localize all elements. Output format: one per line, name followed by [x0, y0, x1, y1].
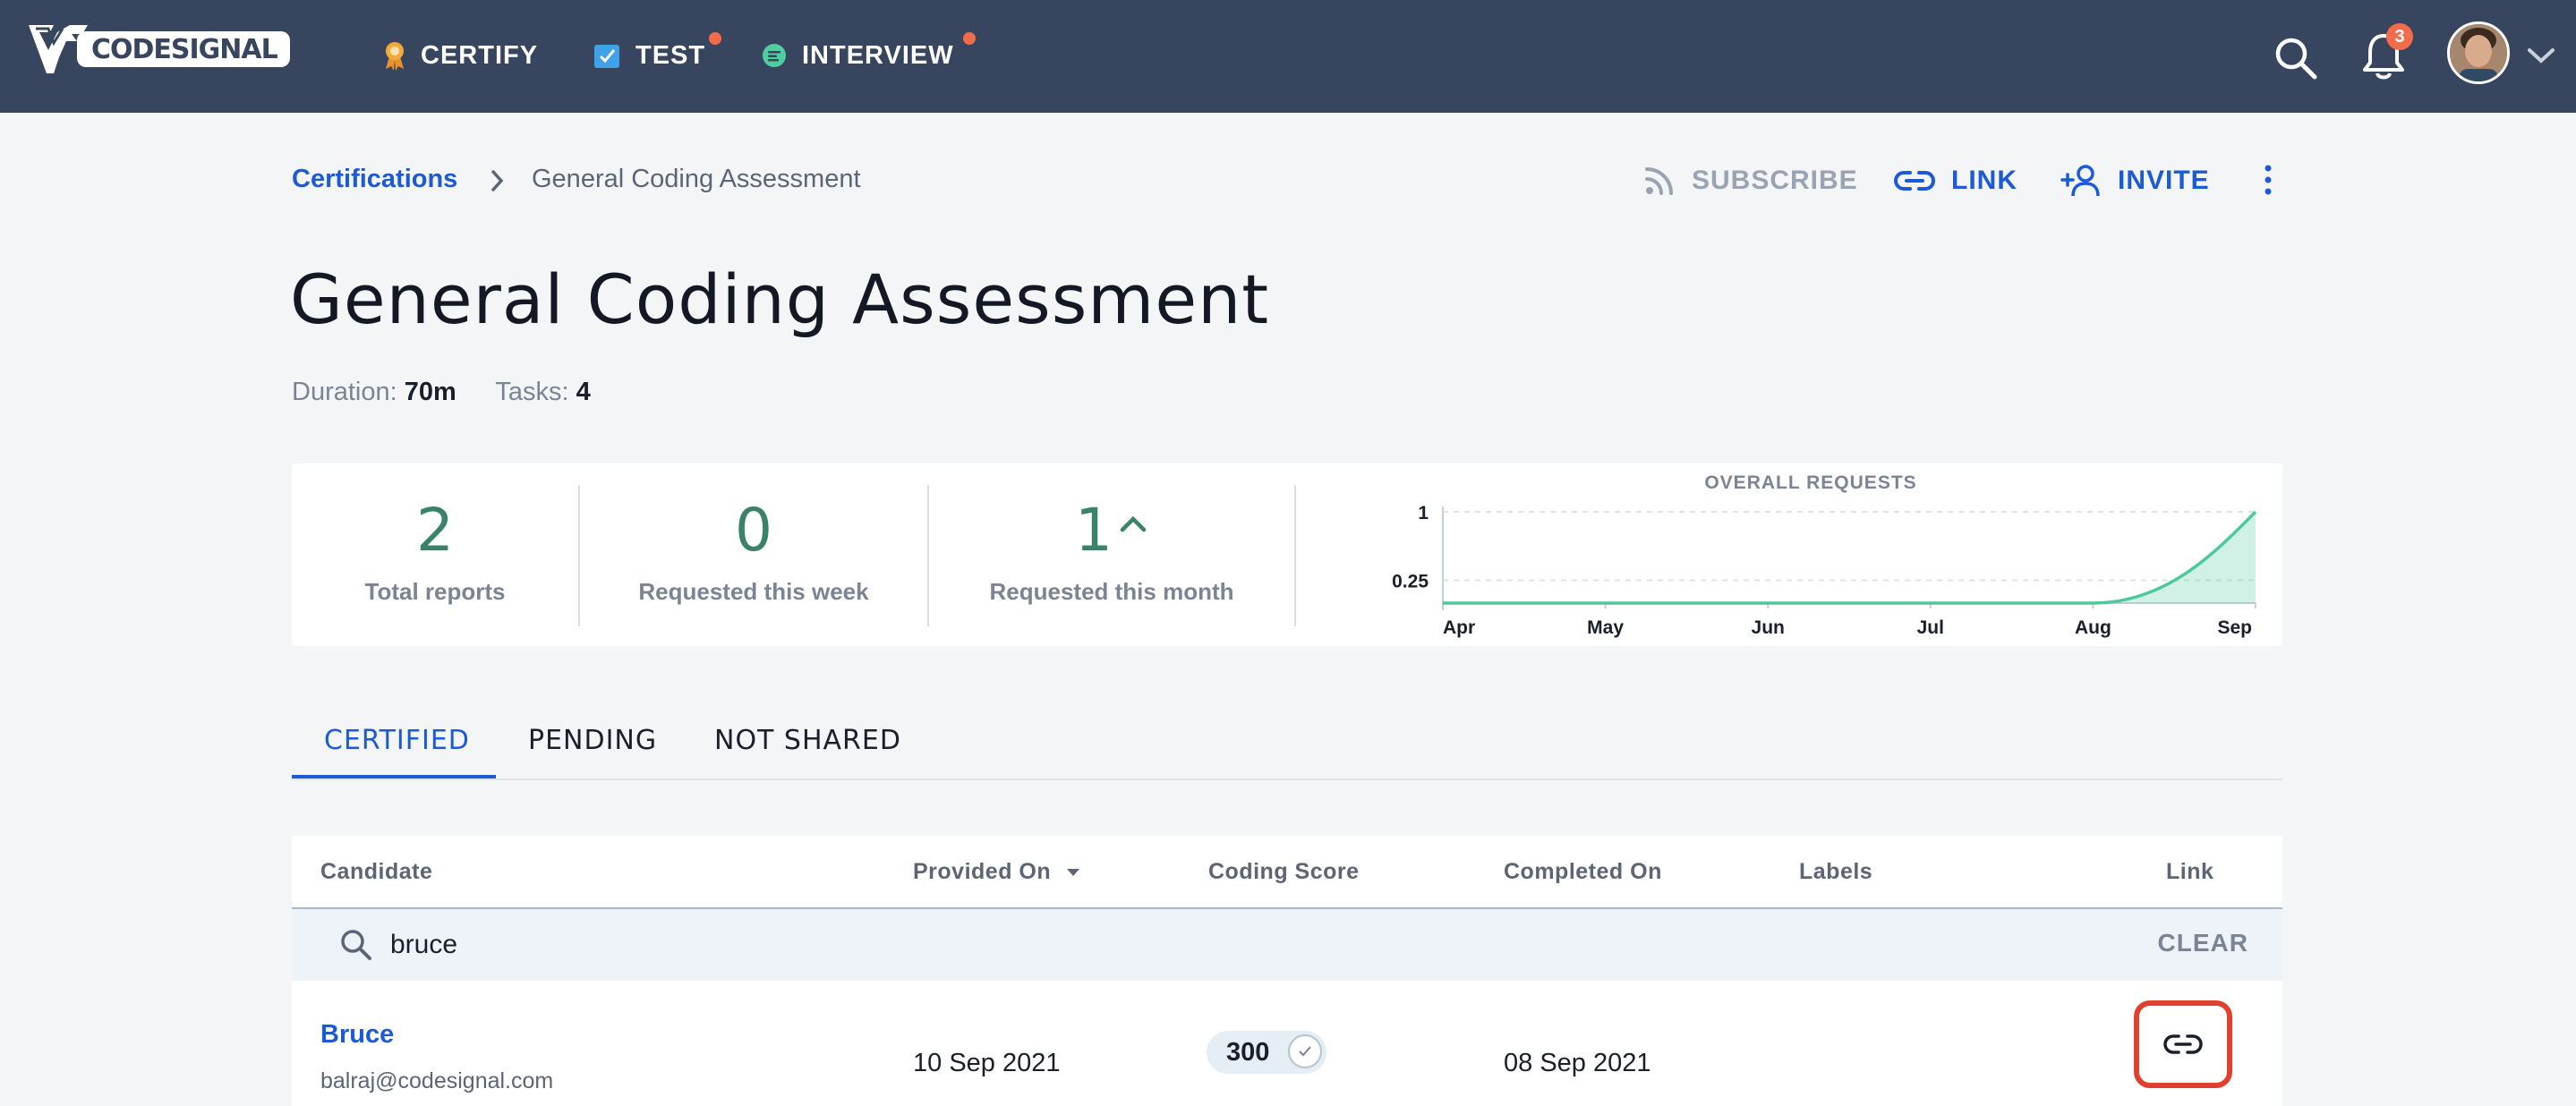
user-photo	[2450, 24, 2507, 81]
provided-on-cell: 10 Sep 2021	[913, 1049, 1061, 1077]
certificate-ribbon-icon	[386, 42, 404, 71]
nav-interview-notification-dot	[963, 32, 976, 45]
column-header-provided-on[interactable]: Provided On	[913, 859, 1081, 885]
stat-label: Requested this month	[989, 578, 1234, 605]
nav-interview-label: INTERVIEW	[802, 40, 954, 70]
add-person-icon	[2060, 165, 2100, 197]
verified-check-icon	[1288, 1034, 1322, 1068]
link-chain-icon	[2163, 1034, 2203, 1054]
top-navigation-bar: CODESIGNAL CERTIFY TEST INTERVIEW 3	[0, 0, 2576, 113]
candidate-name-link[interactable]: Bruce	[320, 1020, 394, 1050]
chart-svg: 1 0.25 Apr May Jun Jul Aug Sep	[1392, 503, 2257, 638]
chevron-down-icon[interactable]	[2526, 45, 2556, 66]
stat-requested-month: 1 Requested this month	[929, 464, 1294, 646]
chart-y-tick-label: 1	[1418, 503, 1429, 523]
duration-label: Duration:	[292, 378, 397, 406]
codesignal-wordmark: CODESIGNAL	[77, 31, 290, 67]
subscribe-button[interactable]: SUBSCRIBE	[1643, 161, 1858, 200]
chevron-right-icon	[491, 170, 504, 191]
subscribe-label: SUBSCRIBE	[1692, 166, 1858, 195]
codesignal-logo[interactable]: CODESIGNAL	[27, 23, 290, 75]
column-header-coding-score[interactable]: Coding Score	[1208, 859, 1360, 885]
report-tabs: CERTIFIED PENDING NOT SHARED	[292, 707, 2282, 780]
stat-total-reports: 2 Total reports	[292, 464, 578, 646]
chart-area-fill	[1443, 512, 2256, 603]
tab-not-shared[interactable]: NOT SHARED	[714, 725, 901, 756]
stat-value: 1	[1075, 496, 1113, 565]
chart-x-tick-label: May	[1587, 617, 1624, 638]
chat-bubble-icon	[763, 44, 786, 67]
completed-on-cell: 08 Sep 2021	[1504, 1049, 1651, 1077]
nav-certify-label: CERTIFY	[421, 40, 539, 70]
stats-card: 2 Total reports 0 Requested this week 1 …	[292, 464, 2282, 646]
tab-pending[interactable]: PENDING	[528, 725, 657, 756]
divider	[1294, 485, 1296, 626]
nav-test-label: TEST	[635, 40, 706, 70]
column-header-provided-on-label: Provided On	[913, 859, 1052, 884]
nav-interview[interactable]: INTERVIEW	[761, 32, 976, 75]
copy-report-link-button[interactable]	[2134, 1000, 2232, 1088]
chart-x-tick-label: Jun	[1752, 617, 1785, 638]
stat-value-wrap: 1	[929, 496, 1294, 565]
sort-descending-icon	[1067, 868, 1080, 876]
column-header-candidate[interactable]: Candidate	[320, 859, 432, 885]
stat-label: Requested this week	[638, 578, 869, 605]
column-header-completed-on[interactable]: Completed On	[1504, 859, 1662, 885]
invite-button[interactable]: INVITE	[2060, 161, 2210, 200]
clear-search-button[interactable]: CLEAR	[2158, 929, 2248, 957]
column-header-link: Link	[2166, 859, 2214, 884]
duration-value: 70m	[404, 378, 456, 406]
overall-requests-chart: OVERALL REQUESTS 1 0.25 Apr May Jun Jul Aug Sep	[1339, 464, 2282, 646]
user-avatar[interactable]	[2447, 21, 2510, 84]
chart-x-tick-label: Sep	[2217, 617, 2252, 638]
checkbox-icon	[594, 45, 619, 68]
tasks-value: 4	[576, 378, 591, 406]
notification-count-badge: 3	[2386, 23, 2413, 50]
active-tab-indicator	[292, 775, 496, 778]
chart-x-tick-label: Aug	[2075, 617, 2111, 638]
table-header: Candidate Provided On Coding Score Compl…	[292, 836, 2282, 909]
stat-requested-week: 0 Requested this week	[580, 464, 927, 646]
nav-test-notification-dot	[709, 32, 721, 45]
candidate-search-input[interactable]	[390, 923, 1733, 966]
link-chain-icon	[1894, 171, 1935, 191]
candidate-search-row: CLEAR	[292, 909, 2282, 981]
invite-label: INVITE	[2118, 166, 2210, 195]
more-options-icon[interactable]	[2257, 163, 2279, 197]
nav-certify[interactable]: CERTIFY	[383, 36, 538, 75]
coding-score-badge[interactable]: 300	[1207, 1031, 1326, 1074]
tasks-label: Tasks:	[495, 378, 569, 406]
nav-test[interactable]: TEST	[593, 32, 721, 75]
chart-x-tick-label: Jul	[1917, 617, 1944, 638]
column-header-labels[interactable]: Labels	[1799, 859, 1872, 885]
link-label: LINK	[1951, 166, 2017, 195]
breadcrumb-current: General Coding Assessment	[532, 165, 861, 193]
breadcrumb-certifications-link[interactable]: Certifications	[292, 165, 457, 194]
stat-label: Total reports	[364, 578, 506, 605]
stat-value: 0	[735, 496, 772, 565]
trend-up-icon	[1120, 515, 1147, 532]
chart-series-line	[1443, 510, 2257, 605]
assessment-meta: Duration: 70m Tasks: 4	[292, 378, 591, 407]
search-icon[interactable]	[2272, 34, 2320, 82]
candidate-email: balraj@codesignal.com	[320, 1068, 554, 1093]
tab-certified[interactable]: CERTIFIED	[324, 725, 470, 756]
page-title: General Coding Assessment	[290, 259, 1270, 339]
table-row: Bruce balraj@codesignal.com 10 Sep 2021 …	[292, 981, 2282, 1106]
search-icon	[341, 930, 371, 960]
reports-table: Candidate Provided On Coding Score Compl…	[292, 836, 2282, 1106]
coding-score-value: 300	[1226, 1037, 1270, 1067]
chart-x-tick-label: Apr	[1443, 617, 1475, 638]
link-button[interactable]: LINK	[1894, 161, 2017, 200]
chart-y-tick-label: 0.25	[1392, 572, 1429, 592]
rss-feed-icon	[1645, 167, 1673, 195]
stat-value: 2	[416, 496, 454, 565]
